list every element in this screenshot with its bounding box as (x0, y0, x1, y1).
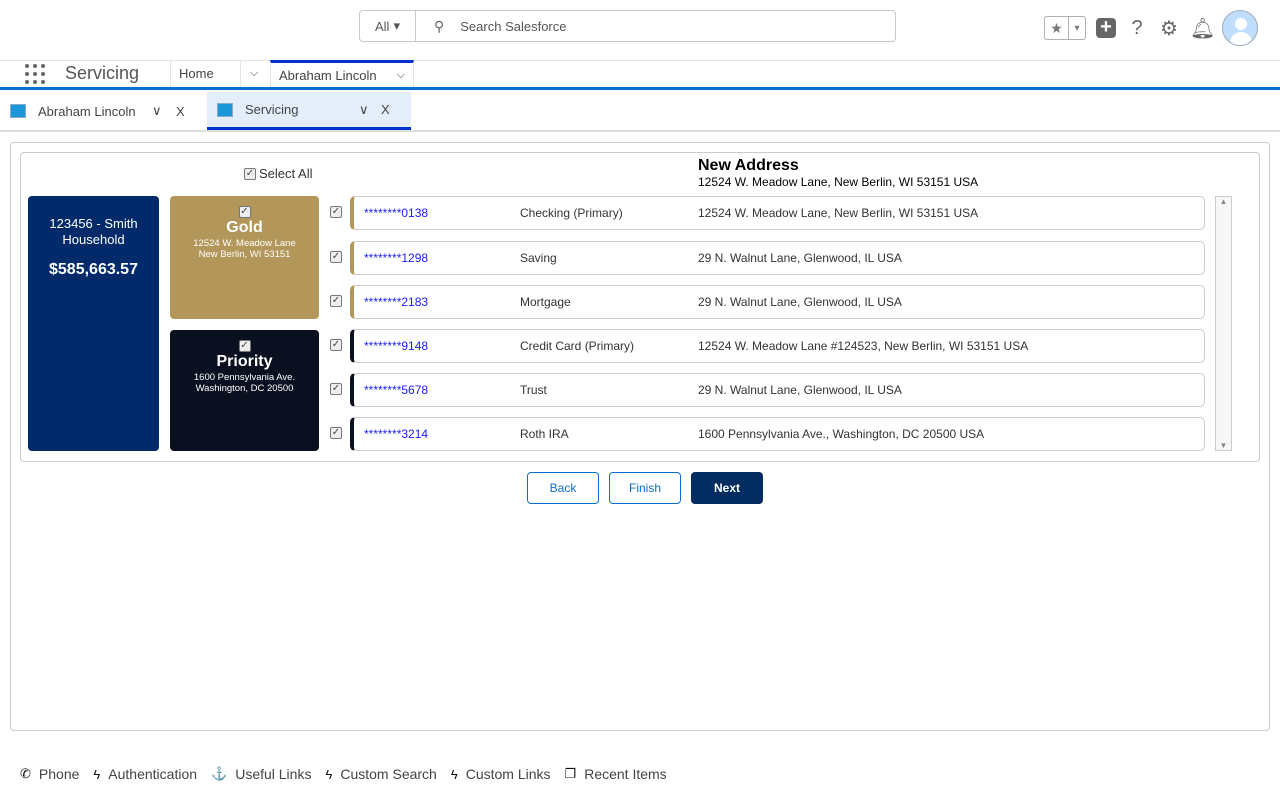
help-icon[interactable]: ? (1126, 17, 1148, 40)
caret-down-icon: ▾ (393, 18, 400, 33)
account-type: Trust (520, 383, 547, 397)
app-launcher-icon[interactable] (25, 64, 45, 84)
close-icon[interactable]: X (176, 104, 185, 119)
account-number-link[interactable]: ********0138 (364, 206, 428, 220)
subtab-abraham-lincoln[interactable]: Abraham Lincoln ∨ X (0, 92, 206, 130)
search-icon: ⚲ (434, 17, 445, 34)
utility-authentication[interactable]: ϟ Authentication (93, 766, 197, 782)
account-type: Saving (520, 251, 557, 265)
chevron-down-icon[interactable]: ⌵ (240, 60, 270, 87)
scroll-up-icon[interactable]: ▲ (1216, 197, 1231, 206)
account-address: 29 N. Walnut Lane, Glenwood, IL USA (698, 383, 902, 397)
account-row[interactable]: ********0138 Checking (Primary) 12524 W.… (350, 196, 1205, 230)
anchor-icon: ⚓ (211, 766, 228, 781)
star-icon[interactable]: ★ (1045, 17, 1069, 39)
lightning-icon: ϟ (93, 766, 101, 782)
account-type: Mortgage (520, 295, 571, 309)
nav-tab-home[interactable]: Home (170, 60, 240, 87)
checkbox-checked-icon[interactable]: ✓ (244, 167, 256, 180)
scrollbar[interactable]: ▲ ▼ (1215, 196, 1232, 451)
finish-button[interactable]: Finish (609, 472, 681, 504)
recent-items-icon: ❐ (564, 766, 577, 781)
utility-bar: ✆ Phone ϟ Authentication ⚓ Useful Links ϟ Cu… (20, 766, 667, 782)
account-type: Credit Card (Primary) (520, 339, 635, 353)
account-checkbox[interactable]: ✓ (330, 251, 342, 263)
caret-down-icon[interactable]: ▾ (1069, 17, 1085, 39)
account-address: 29 N. Walnut Lane, Glenwood, IL USA (698, 251, 902, 265)
app-name: Servicing (65, 63, 140, 83)
record-icon (217, 102, 233, 117)
search-input[interactable]: Search Salesforce (460, 19, 566, 34)
scroll-down-icon[interactable]: ▼ (1216, 441, 1231, 450)
household-card[interactable]: 123456 - Smith Household $585,663.57 (28, 196, 159, 451)
new-address-value: 12524 W. Meadow Lane, New Berlin, WI 531… (698, 175, 979, 189)
search-scope-dropdown[interactable]: All ▾ (360, 11, 416, 41)
account-checkbox[interactable]: ✓ (330, 427, 342, 439)
utility-custom-search[interactable]: ϟ Custom Search (325, 766, 436, 782)
account-number-link[interactable]: ********9148 (364, 339, 428, 353)
account-type: Checking (Primary) (520, 206, 623, 220)
account-row[interactable]: ********2183 Mortgage 29 N. Walnut Lane,… (350, 285, 1205, 319)
utility-custom-links[interactable]: ϟ Custom Links (451, 766, 551, 782)
gear-icon[interactable]: ⚙ (1158, 16, 1180, 41)
account-checkbox[interactable]: ✓ (330, 206, 342, 218)
utility-useful-links[interactable]: ⚓ Useful Links (211, 766, 311, 782)
account-number-link[interactable]: ********5678 (364, 383, 428, 397)
account-checkbox[interactable]: ✓ (330, 295, 342, 307)
account-number-link[interactable]: ********3214 (364, 427, 428, 441)
account-address: 12524 W. Meadow Lane, New Berlin, WI 531… (698, 206, 979, 220)
favorites-button[interactable]: ★ ▾ (1044, 16, 1086, 40)
phone-icon: ✆ (20, 766, 31, 781)
add-icon[interactable]: + (1096, 17, 1116, 38)
subtab-servicing[interactable]: Servicing ∨ X (207, 92, 411, 130)
chevron-down-icon[interactable]: ∨ (152, 103, 162, 119)
select-all-checkbox[interactable]: ✓ Select All (244, 166, 312, 181)
account-address: 12524 W. Meadow Lane #124523, New Berlin… (698, 339, 1029, 353)
account-row[interactable]: ********3214 Roth IRA 1600 Pennsylvania … (350, 417, 1205, 451)
tier-card-gold[interactable]: ✓ Gold 12524 W. Meadow Lane New Berlin, … (170, 196, 319, 319)
nav-tab-abraham-lincoln[interactable]: Abraham Lincoln ⌵ (270, 60, 414, 87)
account-checkbox[interactable]: ✓ (330, 339, 342, 351)
bell-icon[interactable]: 🔔︎ (1190, 16, 1215, 41)
account-number-link[interactable]: ********1298 (364, 251, 428, 265)
next-button[interactable]: Next (691, 472, 763, 504)
account-address: 1600 Pennsylvania Ave., Washington, DC 2… (698, 427, 985, 441)
lightning-icon: ϟ (450, 766, 458, 782)
tier-card-priority[interactable]: ✓ Priority 1600 Pennsylvania Ave. Washin… (170, 330, 319, 451)
close-icon[interactable]: X (381, 102, 390, 117)
account-number-link[interactable]: ********2183 (364, 295, 428, 309)
account-row[interactable]: ********1298 Saving 29 N. Walnut Lane, G… (350, 241, 1205, 275)
record-icon (10, 104, 26, 118)
account-row[interactable]: ********5678 Trust 29 N. Walnut Lane, Gl… (350, 373, 1205, 407)
lightning-icon: ϟ (325, 766, 333, 782)
account-row[interactable]: ********9148 Credit Card (Primary) 12524… (350, 329, 1205, 363)
account-address: 29 N. Walnut Lane, Glenwood, IL USA (698, 295, 902, 309)
divider (0, 130, 1280, 132)
chevron-down-icon[interactable]: ⌵ (397, 69, 405, 82)
global-search[interactable]: All ▾ ⚲ Search Salesforce (359, 10, 896, 42)
account-type: Roth IRA (520, 427, 569, 441)
utility-phone[interactable]: ✆ Phone (20, 766, 79, 782)
back-button[interactable]: Back (527, 472, 599, 504)
account-checkbox[interactable]: ✓ (330, 383, 342, 395)
tier-checkbox[interactable]: ✓ (238, 340, 251, 352)
avatar[interactable] (1222, 10, 1258, 46)
header-utilities: ★ ▾ + ? ⚙ 🔔︎ (1044, 10, 1258, 46)
new-address-title: New Address (698, 157, 799, 174)
utility-recent-items[interactable]: ❐ Recent Items (565, 766, 667, 782)
tier-checkbox[interactable]: ✓ (238, 206, 251, 218)
chevron-down-icon[interactable]: ∨ (359, 102, 369, 118)
